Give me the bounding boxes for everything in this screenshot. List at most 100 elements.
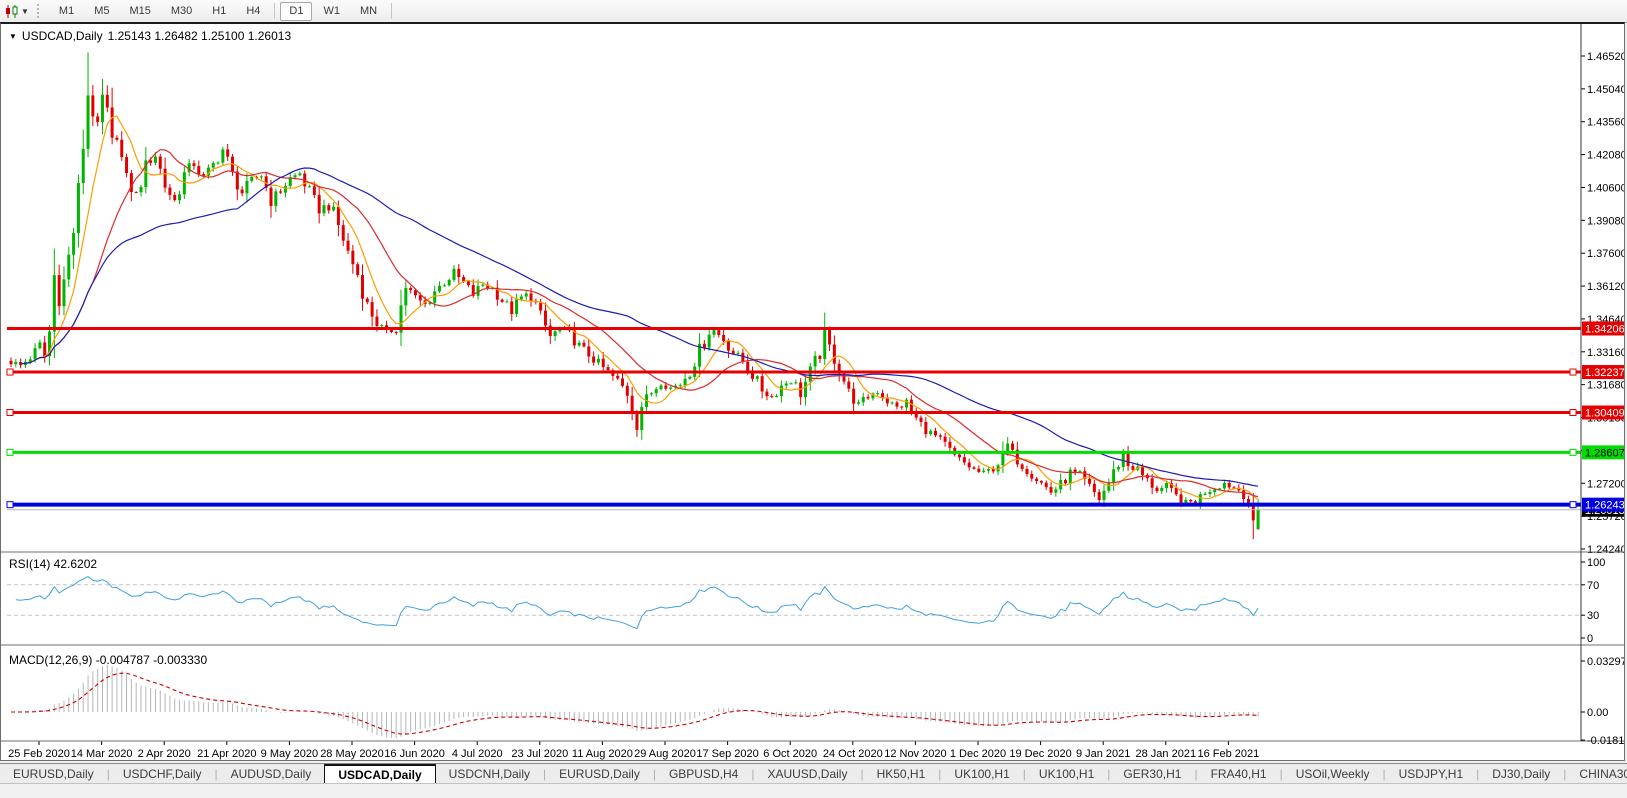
chart-tab-usdcnh-daily[interactable]: USDCNH,Daily xyxy=(436,764,543,784)
svg-text:1.46520: 1.46520 xyxy=(1587,51,1624,63)
svg-text:1.37600: 1.37600 xyxy=(1587,248,1624,260)
svg-text:6 Oct 2020: 6 Oct 2020 xyxy=(763,748,817,760)
timeframe-button-h4[interactable]: H4 xyxy=(237,2,269,21)
svg-text:30: 30 xyxy=(1587,610,1599,622)
svg-text:0.032972: 0.032972 xyxy=(1587,656,1624,668)
chart-tab-usdchf-daily[interactable]: USDCHF,Daily xyxy=(110,764,215,784)
svg-text:1 Dec 2020: 1 Dec 2020 xyxy=(950,748,1006,760)
svg-text:24 Oct 2020: 24 Oct 2020 xyxy=(823,748,883,760)
symbol-menu-icon[interactable]: ▼ xyxy=(9,32,17,41)
chart-tab-eurusd-daily[interactable]: EURUSD,Daily xyxy=(0,764,107,784)
chart-tab-usoil-weekly[interactable]: USOil,Weekly xyxy=(1283,764,1383,784)
timeframe-button-m1[interactable]: M1 xyxy=(50,2,83,21)
chart-tab-gbpusd-h4[interactable]: GBPUSD,H4 xyxy=(656,764,751,784)
timeframe-button-d1[interactable]: D1 xyxy=(280,2,312,21)
chevron-down-icon: ▼ xyxy=(21,7,29,16)
chart-ohlc-values: 1.25143 1.26482 1.25100 1.26013 xyxy=(108,29,292,43)
ma-line-ma-mid xyxy=(21,150,1259,497)
price-axis-labels: 1.46520 1.45040 1.43560 1.42080 1.40600 1.390… xyxy=(1581,51,1624,556)
svg-text:25 Feb 2020: 25 Feb 2020 xyxy=(8,748,70,760)
chart-tab-usdjpy-h1[interactable]: USDJPY,H1 xyxy=(1386,764,1476,784)
svg-text:1.24240: 1.24240 xyxy=(1587,544,1624,556)
chart-title: ▼ USDCAD,Daily 1.25143 1.26482 1.25100 1.2… xyxy=(9,29,291,43)
date-axis-labels: 25 Feb 202014 Mar 2020 2 Apr 2020 21 Apr 2… xyxy=(8,741,1259,760)
svg-text:14 Mar 2020: 14 Mar 2020 xyxy=(71,748,133,760)
price-chart-canvas[interactable]: 1.46520 1.45040 1.43560 1.42080 1.40600 1.390… xyxy=(1,24,1624,760)
svg-text:1.42080: 1.42080 xyxy=(1587,150,1624,162)
svg-text:100: 100 xyxy=(1587,557,1605,569)
svg-text:9 May 2020: 9 May 2020 xyxy=(261,748,318,760)
timeframe-button-w1[interactable]: W1 xyxy=(314,2,349,21)
timeframe-button-mn[interactable]: MN xyxy=(351,2,386,21)
svg-text:28 May 2020: 28 May 2020 xyxy=(320,748,384,760)
chart-tab-china300-h1[interactable]: CHINA300,H1 xyxy=(1566,764,1627,784)
chart-tab-hk50-h1[interactable]: HK50,H1 xyxy=(864,764,939,784)
svg-text:23 Jul 2020: 23 Jul 2020 xyxy=(511,748,568,760)
svg-text:1.36120: 1.36120 xyxy=(1587,281,1624,293)
toolbar-separator xyxy=(391,3,392,19)
macd-indicator-label: MACD(12,26,9) -0.004787 -0.003330 xyxy=(9,653,207,667)
svg-text:1.43560: 1.43560 xyxy=(1587,117,1624,129)
svg-text:11 Aug 2020: 11 Aug 2020 xyxy=(572,748,633,760)
svg-text:1.45040: 1.45040 xyxy=(1587,84,1624,96)
rsi-level-lines xyxy=(7,585,1581,615)
macd-axis-labels: 0.032972 0.00 -0.018154 xyxy=(1581,656,1624,747)
timeframe-button-m30[interactable]: M30 xyxy=(162,2,201,21)
hline-1.34206[interactable]: 1.34206 xyxy=(7,321,1624,335)
toolbar-drag-handle[interactable] xyxy=(37,4,43,18)
chart-tab-usdcad-daily[interactable]: USDCAD,Daily xyxy=(324,764,435,784)
chart-tab-xauusd-daily[interactable]: XAUUSD,Daily xyxy=(754,764,860,784)
svg-text:2 Apr 2020: 2 Apr 2020 xyxy=(138,748,191,760)
svg-text:19 Dec 2020: 19 Dec 2020 xyxy=(1009,748,1071,760)
svg-text:1.30409: 1.30409 xyxy=(1585,407,1624,419)
svg-text:1.28607: 1.28607 xyxy=(1585,447,1624,459)
svg-text:1.32237: 1.32237 xyxy=(1585,367,1624,379)
timeframe-button-m15[interactable]: M15 xyxy=(120,2,159,21)
toolbar-separator xyxy=(274,3,275,19)
macd-histogram xyxy=(11,665,1258,738)
svg-text:16 Feb 2021: 16 Feb 2021 xyxy=(1198,748,1260,760)
svg-text:9 Jan 2021: 9 Jan 2021 xyxy=(1076,748,1130,760)
chart-symbol-label: USDCAD,Daily xyxy=(22,29,103,43)
timeframe-button-m5[interactable]: M5 xyxy=(85,2,118,21)
chart-tab-audusd-daily[interactable]: AUDUSD,Daily xyxy=(218,764,325,784)
rsi-axis-labels: 100 70 30 0 xyxy=(1581,557,1605,645)
chart-tab-bar: EURUSD,Daily|USDCHF,Daily|AUDUSD,DailyUS… xyxy=(0,763,1627,784)
ma-line-ma-fast xyxy=(21,116,1259,499)
chart-tab-fra40-h1[interactable]: FRA40,H1 xyxy=(1198,764,1280,784)
status-strip xyxy=(0,783,1627,798)
macd-signal-line xyxy=(11,673,1258,734)
svg-text:16 Jun 2020: 16 Jun 2020 xyxy=(384,748,445,760)
chart-window: 1.46520 1.45040 1.43560 1.42080 1.40600 1.390… xyxy=(0,22,1625,761)
svg-text:-0.018154: -0.018154 xyxy=(1587,735,1624,747)
svg-text:29 Aug 2020: 29 Aug 2020 xyxy=(634,748,696,760)
hline-1.28607[interactable]: 1.28607 xyxy=(7,445,1624,459)
svg-text:12 Nov 2020: 12 Nov 2020 xyxy=(884,748,946,760)
candlestick-series xyxy=(10,52,1260,539)
svg-text:1.27200: 1.27200 xyxy=(1587,478,1624,490)
candlestick-chart-icon xyxy=(4,5,19,18)
hline-1.30409[interactable]: 1.30409 xyxy=(7,405,1624,419)
svg-text:1.40600: 1.40600 xyxy=(1587,182,1624,194)
chart-tab-eurusd-daily[interactable]: EURUSD,Daily xyxy=(546,764,653,784)
chart-tab-uk100-h1[interactable]: UK100,H1 xyxy=(941,764,1022,784)
svg-text:1.31680: 1.31680 xyxy=(1587,380,1624,392)
svg-text:1.39080: 1.39080 xyxy=(1587,215,1624,227)
svg-text:70: 70 xyxy=(1587,580,1599,592)
chart-tab-dj30-daily[interactable]: DJ30,Daily xyxy=(1479,764,1563,784)
pane-separators xyxy=(1,24,1624,741)
svg-text:0.00: 0.00 xyxy=(1587,707,1608,719)
svg-text:21 Apr 2020: 21 Apr 2020 xyxy=(197,748,256,760)
timeframe-toolbar: ▼ M1M5M15M30H1H4 D1W1MN xyxy=(0,0,1627,23)
timeframe-button-h1[interactable]: H1 xyxy=(203,2,235,21)
timeframe-buttons: M1M5M15M30H1H4 D1W1MN xyxy=(49,2,387,21)
svg-text:17 Sep 2020: 17 Sep 2020 xyxy=(696,748,758,760)
chart-tab-ger30-h1[interactable]: GER30,H1 xyxy=(1110,764,1194,784)
svg-text:0: 0 xyxy=(1587,633,1593,645)
rsi-indicator-label: RSI(14) 42.6202 xyxy=(9,557,97,571)
svg-text:1.26243: 1.26243 xyxy=(1585,500,1624,512)
svg-text:1.34206: 1.34206 xyxy=(1585,323,1624,335)
chart-type-button[interactable]: ▼ xyxy=(0,5,33,18)
chart-tab-uk100-h1[interactable]: UK100,H1 xyxy=(1026,764,1107,784)
svg-text:1.33160: 1.33160 xyxy=(1587,347,1624,359)
